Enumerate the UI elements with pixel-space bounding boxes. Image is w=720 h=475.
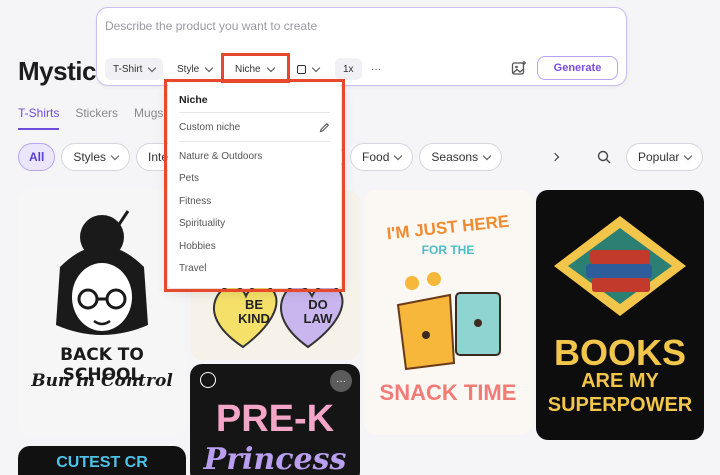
generate-button[interactable]: Generate (537, 56, 618, 80)
sort-dropdown[interactable]: Popular (626, 143, 704, 171)
filter-styles-chip[interactable]: Styles (61, 143, 131, 171)
quantity-button[interactable]: 1x (335, 58, 362, 80)
filter-styles-label: Styles (73, 150, 107, 164)
product-tabs: T-Shirts Stickers Mugs (18, 106, 163, 130)
search-icon (597, 150, 611, 164)
filter-food-label: Food (362, 150, 390, 164)
filter-seasons-chip[interactable]: Seasons (419, 143, 503, 171)
scroll-right-button[interactable] (550, 143, 560, 171)
image-upload-icon[interactable] (511, 60, 527, 76)
style-label: Style (177, 63, 200, 75)
tab-mugs[interactable]: Mugs (134, 106, 163, 130)
menu-highlight-box (164, 79, 345, 292)
chevron-down-icon (311, 63, 321, 72)
tab-t-shirts[interactable]: T-Shirts (18, 106, 60, 130)
girl-bun-illustration (56, 210, 148, 335)
card-title: I'M JUST HERE (385, 211, 511, 244)
tab-stickers[interactable]: Stickers (75, 106, 118, 130)
snack-illustration (396, 272, 501, 371)
filter-food-chip[interactable]: Food (350, 143, 414, 171)
card-subtitle: FOR THE (421, 243, 475, 257)
card-tagline: SNACK TIME (379, 380, 517, 405)
card-title: BOOKS (553, 332, 686, 373)
card-subtitle: Bun in Control (31, 371, 173, 391)
select-checkbox[interactable] (200, 372, 216, 388)
product-card-snack-time[interactable]: I'M JUST HERE FOR THE SNACK TIME (364, 190, 532, 435)
product-card-prek[interactable]: ··· PRE-K Princess (190, 364, 360, 475)
more-options-icon[interactable]: ··· (330, 370, 352, 392)
product-type-label: T-Shirt (113, 63, 143, 75)
square-icon (297, 64, 306, 74)
product-card-partial[interactable]: CUTEST CR (18, 446, 186, 475)
card-title: PRE-K (215, 398, 335, 440)
card-title: CUTEST CR (56, 454, 148, 471)
chevron-down-icon (204, 63, 214, 72)
chevron-right-icon (550, 152, 560, 162)
prompt-input[interactable] (105, 19, 505, 33)
chevron-down-icon (482, 151, 492, 160)
product-type-dropdown[interactable]: T-Shirt (105, 58, 164, 80)
more-options-button[interactable]: ··· (363, 58, 389, 80)
card-subtitle: Princess (203, 442, 347, 475)
page-title: Mystic (18, 56, 96, 86)
search-button[interactable] (597, 143, 611, 171)
heart-left-text: BE KIND (238, 297, 270, 326)
books-illustration (554, 216, 686, 316)
heart-right-text: DO LAW (303, 297, 333, 326)
chevron-down-icon (148, 63, 157, 72)
filter-all-chip[interactable]: All (18, 143, 56, 171)
card-tagline: SUPERPOWER (547, 394, 693, 416)
sort-label: Popular (638, 150, 680, 164)
product-card-back-to-school[interactable]: BACK TO SCHOOL Bun in Control (18, 190, 186, 435)
card-subtitle: ARE MY (581, 370, 659, 392)
chevron-down-icon (394, 151, 403, 160)
chevron-down-icon (110, 151, 120, 160)
filter-seasons-label: Seasons (431, 150, 479, 164)
style-dropdown[interactable]: Style (169, 58, 220, 80)
product-card-books[interactable]: BOOKS ARE MY SUPERPOWER (536, 190, 704, 440)
chevron-down-icon (684, 151, 693, 160)
aspect-ratio-dropdown[interactable] (289, 58, 327, 80)
